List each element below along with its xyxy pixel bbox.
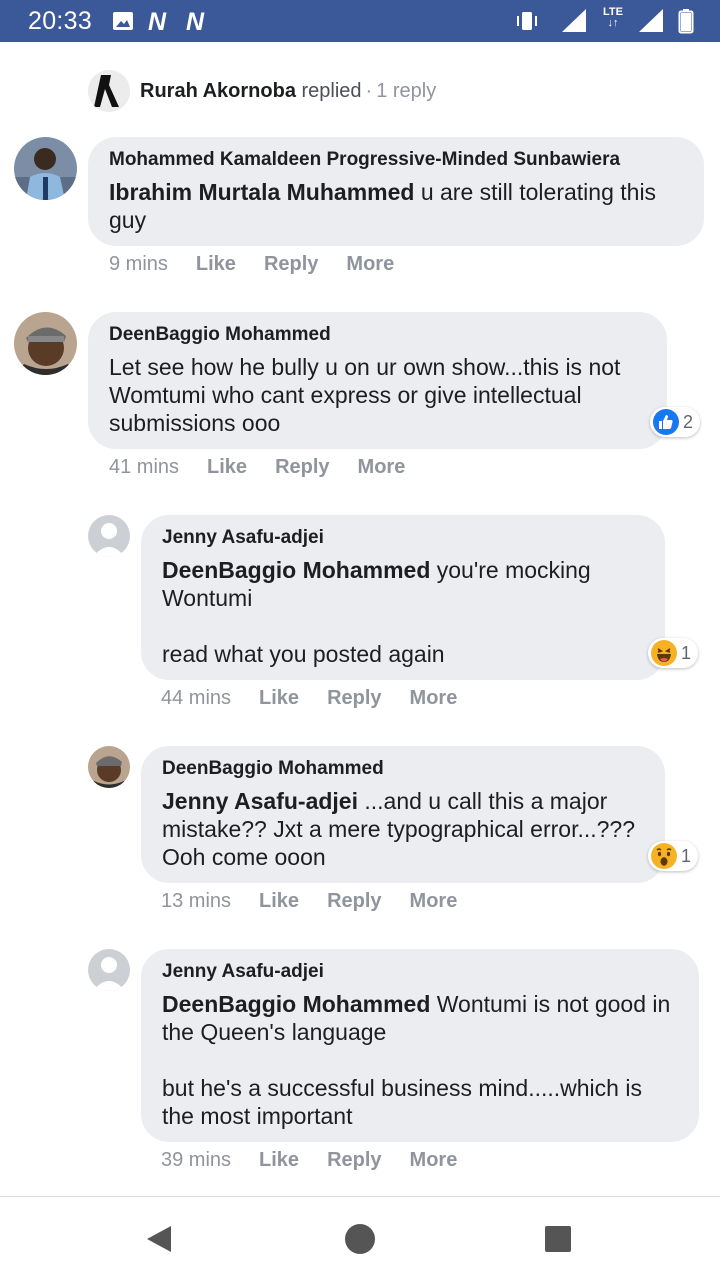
- reply-button[interactable]: Reply: [327, 687, 381, 710]
- comment-text-paragraph: but he's a successful business mind.....…: [162, 1075, 642, 1129]
- like-button[interactable]: Like: [207, 456, 247, 479]
- comment-author[interactable]: Mohammed Kamaldeen Progressive-Minded Su…: [109, 148, 684, 172]
- nav-bar: [0, 1197, 720, 1280]
- back-button[interactable]: [139, 1219, 179, 1259]
- comment-author[interactable]: Jenny Asafu-adjei: [162, 960, 679, 984]
- comment-text-paragraph: read what you posted again: [162, 641, 445, 667]
- comment-author[interactable]: DeenBaggio Mohammed: [109, 323, 647, 347]
- reaction-count: 2: [683, 411, 694, 432]
- avatar[interactable]: [88, 949, 130, 991]
- home-button[interactable]: [340, 1219, 380, 1259]
- wow-icon: [651, 843, 677, 869]
- more-button[interactable]: More: [346, 253, 394, 276]
- comment-text: Ibrahim Murtala Muhammed u are still tol…: [109, 178, 684, 234]
- mention-link[interactable]: Ibrahim Murtala Muhammed: [109, 179, 414, 205]
- replied-verb: replied: [301, 79, 362, 102]
- n-icon: N: [186, 8, 205, 36]
- signal-icon: [561, 8, 587, 39]
- comment-actions: 13 mins Like Reply More: [161, 890, 457, 913]
- home-icon: [345, 1224, 375, 1254]
- comment-bubble[interactable]: DeenBaggio Mohammed Jenny Asafu-adjei ..…: [141, 746, 665, 883]
- avatar[interactable]: [88, 515, 130, 557]
- like-button[interactable]: Like: [259, 890, 299, 913]
- reply-button[interactable]: Reply: [275, 456, 329, 479]
- reply-count[interactable]: 1 reply: [376, 80, 436, 102]
- signal-icon: [638, 8, 664, 39]
- avatar[interactable]: [14, 312, 77, 375]
- more-button[interactable]: More: [410, 687, 458, 710]
- more-button[interactable]: More: [358, 456, 406, 479]
- lte-arrows: ↓↑: [607, 17, 619, 29]
- reply-button[interactable]: Reply: [327, 1149, 381, 1172]
- battery-icon: [678, 8, 694, 39]
- status-bar: 20:33 N N LTE ↓↑: [0, 0, 720, 42]
- reaction-summary[interactable]: 1: [648, 638, 699, 668]
- avatar[interactable]: [14, 137, 77, 200]
- comment-actions: 9 mins Like Reply More: [109, 253, 394, 276]
- mention-link[interactable]: DeenBaggio Mohammed: [162, 991, 430, 1017]
- comment-bubble[interactable]: Jenny Asafu-adjei DeenBaggio Mohammed yo…: [141, 515, 665, 680]
- reaction-count: 1: [681, 642, 692, 663]
- comment-actions: 39 mins Like Reply More: [161, 1149, 457, 1172]
- more-button[interactable]: More: [410, 890, 458, 913]
- reaction-count: 1: [681, 845, 692, 866]
- back-icon: [147, 1226, 171, 1252]
- mention-link[interactable]: DeenBaggio Mohammed: [162, 557, 430, 583]
- replied-row[interactable]: Rurah Akornoba replied · 1 reply: [88, 70, 436, 112]
- replied-summary[interactable]: Rurah Akornoba replied · 1 reply: [140, 80, 436, 103]
- comment-actions: 44 mins Like Reply More: [161, 687, 457, 710]
- comment-author[interactable]: Jenny Asafu-adjei: [162, 526, 645, 550]
- replied-author-name[interactable]: Rurah Akornoba: [140, 80, 296, 102]
- gallery-icon: [112, 10, 134, 37]
- separator-dot: ·: [365, 79, 373, 102]
- avatar[interactable]: [88, 70, 130, 112]
- mention-link[interactable]: Jenny Asafu-adjei: [162, 788, 358, 814]
- comment-time: 44 mins: [161, 687, 232, 709]
- reply-button[interactable]: Reply: [264, 253, 318, 276]
- like-icon: [653, 409, 679, 435]
- haha-icon: [651, 640, 677, 666]
- like-button[interactable]: Like: [259, 1149, 299, 1172]
- status-time: 20:33: [28, 7, 93, 35]
- vibrate-icon: [514, 8, 540, 39]
- reaction-summary[interactable]: 1: [648, 841, 699, 871]
- more-button[interactable]: More: [410, 1149, 458, 1172]
- reaction-summary[interactable]: 2: [650, 407, 701, 437]
- comment-time: 9 mins: [109, 253, 168, 275]
- like-button[interactable]: Like: [196, 253, 236, 276]
- comment-bubble[interactable]: DeenBaggio Mohammed Let see how he bully…: [88, 312, 667, 449]
- comment-text: Let see how he bully u on ur own show...…: [109, 354, 621, 436]
- avatar[interactable]: [88, 746, 130, 788]
- recents-icon: [545, 1226, 571, 1252]
- comment-actions: 41 mins Like Reply More: [109, 456, 405, 479]
- comment-bubble[interactable]: Mohammed Kamaldeen Progressive-Minded Su…: [88, 137, 704, 246]
- comment-time: 41 mins: [109, 456, 180, 478]
- like-button[interactable]: Like: [259, 687, 299, 710]
- comment-text: DeenBaggio Mohammed Wontumi is not good …: [162, 990, 679, 1130]
- reply-button[interactable]: Reply: [327, 890, 381, 913]
- comment-text: DeenBaggio Mohammed you're mocking Wontu…: [162, 556, 645, 668]
- comment-bubble[interactable]: Jenny Asafu-adjei DeenBaggio Mohammed Wo…: [141, 949, 699, 1142]
- comment-text: Jenny Asafu-adjei ...and u call this a m…: [162, 787, 645, 871]
- lte-icon: LTE ↓↑: [601, 7, 625, 29]
- recents-button[interactable]: [538, 1219, 578, 1259]
- comment-time: 13 mins: [161, 890, 232, 912]
- comment-time: 39 mins: [161, 1149, 232, 1171]
- comment-author[interactable]: DeenBaggio Mohammed: [162, 757, 645, 781]
- n-icon: N: [148, 8, 167, 36]
